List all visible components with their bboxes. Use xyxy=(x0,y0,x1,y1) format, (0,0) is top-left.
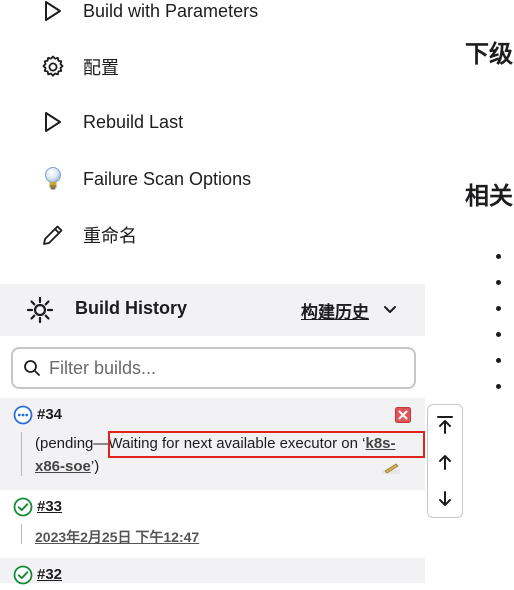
timeline-line xyxy=(21,432,22,476)
list-bullet xyxy=(496,332,501,337)
downstream-heading: 下级 xyxy=(465,41,513,68)
task-label: Failure Scan Options xyxy=(83,168,252,189)
success-status-icon xyxy=(13,565,33,590)
pencil-icon xyxy=(40,222,66,248)
task-build-with-parameters[interactable]: Build with Parameters xyxy=(40,0,258,26)
highlight-box xyxy=(108,431,425,458)
timeline-line xyxy=(21,524,22,544)
list-bullet xyxy=(496,384,501,389)
build-history-header: Build History 构建历史 xyxy=(0,284,425,336)
filter-builds-field[interactable] xyxy=(11,347,416,389)
task-label: 配置 xyxy=(83,58,119,78)
search-icon xyxy=(23,359,41,377)
play-outline-icon xyxy=(40,0,66,24)
cancel-build-icon[interactable] xyxy=(395,407,411,428)
task-rebuild-last[interactable]: Rebuild Last xyxy=(40,107,183,137)
build-history-icon xyxy=(26,296,54,329)
filter-builds-input[interactable] xyxy=(47,356,391,380)
edit-description-icon[interactable] xyxy=(381,461,401,480)
pending-status-icon xyxy=(13,405,33,430)
scroll-down-icon[interactable] xyxy=(428,481,462,517)
gear-icon xyxy=(40,54,66,80)
build-date[interactable]: 2023年2月25日 下午12:47 xyxy=(35,527,199,547)
scroll-to-top-icon[interactable] xyxy=(428,407,462,443)
scroll-controls xyxy=(427,404,463,518)
task-failure-scan-options[interactable]: Failure Scan Options xyxy=(40,164,251,194)
build-number[interactable]: #34 xyxy=(37,406,62,423)
chevron-down-icon[interactable] xyxy=(381,301,399,324)
pending-message-cont: x86-soe’) xyxy=(35,458,100,475)
task-label: Rebuild Last xyxy=(83,111,184,132)
list-bullet xyxy=(496,280,501,285)
task-configure[interactable]: 配置 xyxy=(40,52,119,82)
list-bullet xyxy=(496,306,501,311)
list-bullet xyxy=(496,254,501,259)
task-rename[interactable]: 重命名 xyxy=(40,220,137,250)
play-outline-icon xyxy=(40,109,66,135)
build-row-32 xyxy=(0,558,425,583)
build-number[interactable]: #33 xyxy=(37,498,62,515)
build-number[interactable]: #32 xyxy=(37,566,62,583)
task-label: 重命名 xyxy=(83,226,137,246)
task-label: Build with Parameters xyxy=(83,0,259,21)
build-trend-link[interactable]: 构建历史 xyxy=(301,298,369,323)
build-history-title: Build History xyxy=(75,298,188,318)
success-status-icon xyxy=(13,497,33,522)
scroll-up-icon[interactable] xyxy=(428,444,462,480)
lightbulb-icon xyxy=(40,166,66,192)
related-heading: 相关 xyxy=(465,183,513,210)
executor-link[interactable]: x86-soe xyxy=(35,458,91,475)
list-bullet xyxy=(496,358,501,363)
